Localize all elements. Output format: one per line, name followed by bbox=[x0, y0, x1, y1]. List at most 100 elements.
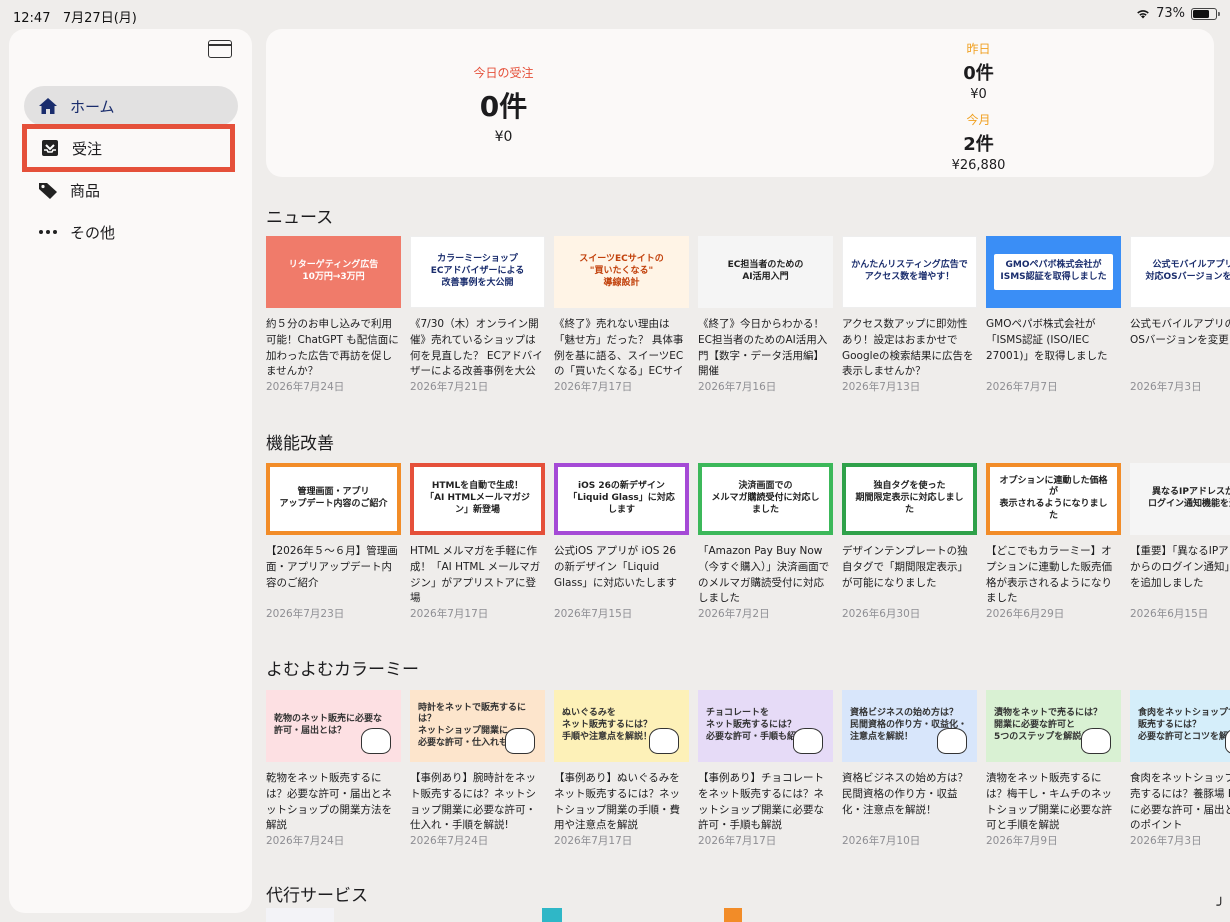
card-title: 約５分のお申し込みで利用可能！ChatGPT も配信面に加わった広告で再訪を促し… bbox=[266, 318, 399, 378]
resize-handle-icon[interactable]: ╯ bbox=[1217, 898, 1225, 914]
card-date: 2026年7月23日 bbox=[266, 608, 345, 620]
month-count: 2件 bbox=[963, 134, 994, 155]
cat-mascot-icon bbox=[649, 728, 679, 754]
status-clock: 12:47 bbox=[13, 11, 51, 26]
news-card[interactable]: 公式モバイルアプリの対応OSバージョンを変更 公式モバイルアプリの対応OSバージ… bbox=[1130, 236, 1230, 394]
article-card[interactable]: チョコレートを ネット販売するには？ 必要な許可・手順も紹介！ 【事例あり】チョコレ… bbox=[698, 690, 833, 848]
card-date: 2026年7月2日 bbox=[698, 608, 770, 620]
news-thumbnail: リターゲティング広告 10万円→3万円 bbox=[266, 236, 401, 308]
improvement-thumbnail: オプションに連動した価格が 表示されるようになりました bbox=[986, 463, 1121, 535]
improvement-card[interactable]: iOS 26の新デザイン 「Liquid Glass」に対応します 公式iOS ア… bbox=[554, 463, 689, 621]
sidebar-item-label: その他 bbox=[70, 223, 116, 242]
today-count: 0件 bbox=[479, 90, 528, 123]
news-thumbnail: EC担当者のための AI活用入門 bbox=[698, 236, 833, 308]
article-card[interactable]: 乾物のネット販売に必要な 許可・届出とは？ 乾物をネット販売するには？必要な許可・… bbox=[266, 690, 401, 848]
section-title-improvements: 機能改善 bbox=[266, 434, 334, 454]
news-row: リターゲティング広告 10万円→3万円 約５分のお申し込みで利用可能！ChatGP… bbox=[266, 236, 1230, 394]
improvement-card[interactable]: 管理画面・アプリ アップデート内容のご紹介 【2026年５〜６月】管理画面・アプリ… bbox=[266, 463, 401, 621]
card-date: 2026年7月17日 bbox=[554, 835, 633, 847]
yomuyomu-row: 乾物のネット販売に必要な 許可・届出とは？ 乾物をネット販売するには？必要な許可・… bbox=[266, 690, 1230, 848]
card-title: 【どこでもカラーミー】オプションに連動した販売価格が表示されるようになりました bbox=[986, 545, 1112, 605]
card-title: 《終了》今日からわかる！EC担当者のためのAI活用入門【数字・データ活用編】開催 bbox=[698, 318, 828, 378]
card-title: 「Amazon Pay Buy Now（今すぐ購入）」決済画面でのメルマガ購読受… bbox=[698, 545, 830, 605]
news-card[interactable]: かんたんリスティング広告で アクセス数を増やす！ アクセス数アップに即効性あり！設… bbox=[842, 236, 977, 394]
yesterday-count: 0件 bbox=[963, 63, 994, 84]
news-card[interactable]: カラーミーショップ ECアドバイザーによる 改善事例を大公開 《7/30（木）オンラ… bbox=[410, 236, 545, 394]
article-card[interactable]: 時計をネットで販売するには？ ネットショップ開業に 必要な許可・仕入れも紹介 【事例… bbox=[410, 690, 545, 848]
cat-mascot-icon bbox=[1081, 728, 1111, 754]
card-title: 【事例あり】腕時計をネット販売するには？ネットショップ開業に必要な許可・仕入れ・… bbox=[410, 772, 536, 832]
sidebar-item-more[interactable]: その他 bbox=[24, 212, 238, 252]
card-title: 漬物をネット販売するには？梅干し・キムチのネットショップ開業に必要な許可と手順を… bbox=[986, 772, 1112, 832]
cat-mascot-icon bbox=[505, 728, 535, 754]
sales-summary-card[interactable]: 今日の受注 0件 ¥0 昨日 0件 ¥0 今月 2件 ¥26,880 bbox=[266, 29, 1214, 177]
today-amount: ¥0 bbox=[494, 129, 513, 145]
thumb-text: 決済画面での メルマガ購読受付に対応しました bbox=[711, 481, 820, 515]
cat-mascot-icon bbox=[793, 728, 823, 754]
improvement-card[interactable]: 独自タグを使った 期間限定表示に対応しました デザインテンプレートの独自タグで「期… bbox=[842, 463, 977, 621]
article-card[interactable]: ぬいぐるみを ネット販売するには？ 手順や注意点を解説！ 【事例あり】ぬいぐるみをネ… bbox=[554, 690, 689, 848]
card-date: 2026年7月17日 bbox=[698, 835, 777, 847]
article-card[interactable]: 漬物をネットで売るには？ 開業に必要な許可と 5つのステップを解説！ 漬物をネット販… bbox=[986, 690, 1121, 848]
improvement-card[interactable]: HTMLを自動で生成！ 「AI HTMLメールマガジン」新登場 HTML メルマガ… bbox=[410, 463, 545, 621]
card-title: HTML メルマガを手軽に作成！「AI HTML メールマガジン」がアプリストア… bbox=[410, 545, 541, 605]
sidebar-item-home[interactable]: ホーム bbox=[24, 86, 238, 126]
yesterday-orders: 昨日 0件 ¥0 bbox=[926, 40, 1031, 102]
month-orders: 今月 2件 ¥26,880 bbox=[926, 111, 1031, 173]
improvement-thumbnail: 決済画面での メルマガ購読受付に対応しました bbox=[698, 463, 833, 535]
news-card[interactable]: リターゲティング広告 10万円→3万円 約５分のお申し込みで利用可能！ChatGP… bbox=[266, 236, 401, 394]
thumb-text: 公式モバイルアプリの対応OSバージョンを変更 bbox=[1145, 260, 1230, 282]
article-card[interactable]: 食肉をネットショップで販売するには？必要な許可とコツを解説！ 食肉をネットショッ… bbox=[1130, 690, 1230, 848]
card-date: 2026年7月9日 bbox=[986, 835, 1058, 847]
card-title: 資格ビジネスの始め方は？民間資格の作り方・収益化・注意点を解説！ bbox=[842, 772, 968, 816]
improvement-card[interactable]: 異なるIPアドレスからログイン通知機能を追加 【重要】「異なるIPアドレスからの… bbox=[1130, 463, 1230, 621]
news-thumbnail: 公式モバイルアプリの対応OSバージョンを変更 bbox=[1130, 236, 1230, 308]
card-date: 2026年6月15日 bbox=[1130, 608, 1209, 620]
article-thumbnail: 資格ビジネスの始め方は？ 民間資格の作り方・収益化・ 注意点を解説！ bbox=[842, 690, 977, 762]
card-date: 2026年7月3日 bbox=[1130, 381, 1202, 393]
news-thumbnail: GMOペパボ株式会社が ISMS認証を取得しました bbox=[986, 236, 1121, 308]
sidebar-toggle-icon[interactable] bbox=[208, 40, 232, 58]
today-orders: 今日の受注 0件 ¥0 bbox=[446, 64, 561, 145]
thumb-text: 異なるIPアドレスからログイン通知機能を追加 bbox=[1147, 487, 1230, 509]
thumb-text: iOS 26の新デザイン 「Liquid Glass」に対応します bbox=[568, 481, 675, 515]
improvement-card[interactable]: オプションに連動した価格が 表示されるようになりました 【どこでもカラーミー】オプ… bbox=[986, 463, 1121, 621]
card-date: 2026年7月21日 bbox=[410, 381, 489, 393]
card-date: 2026年6月29日 bbox=[986, 608, 1065, 620]
thumb-text: 食肉をネットショップで販売するには？必要な許可とコツを解説！ bbox=[1138, 708, 1230, 742]
card-date: 2026年7月15日 bbox=[554, 608, 633, 620]
improvement-thumbnail: 異なるIPアドレスからログイン通知機能を追加 bbox=[1130, 463, 1230, 535]
news-thumbnail: かんたんリスティング広告で アクセス数を増やす！ bbox=[842, 236, 977, 308]
sidebar-nav: ホーム 受注 商品 その他 bbox=[22, 86, 238, 254]
card-date: 2026年7月24日 bbox=[266, 835, 345, 847]
sidebar-item-label: ホーム bbox=[70, 97, 115, 116]
article-thumbnail: 乾物のネット販売に必要な 許可・届出とは？ bbox=[266, 690, 401, 762]
sidebar-item-orders[interactable]: 受注 bbox=[22, 124, 235, 172]
news-card[interactable]: EC担当者のための AI活用入門 《終了》今日からわかる！EC担当者のためのAI活… bbox=[698, 236, 833, 394]
improvement-card[interactable]: 決済画面での メルマガ購読受付に対応しました 「Amazon Pay Buy No… bbox=[698, 463, 833, 621]
card-date: 2026年7月7日 bbox=[986, 381, 1058, 393]
thumb-text: HTMLを自動で生成！ 「AI HTMLメールマガジン」新登場 bbox=[425, 481, 530, 515]
card-date: 2026年7月3日 bbox=[1130, 835, 1202, 847]
news-card[interactable]: GMOペパボ株式会社が ISMS認証を取得しました GMOペパボ株式会社が「ISM… bbox=[986, 236, 1121, 394]
section-title-news: ニュース bbox=[266, 208, 334, 228]
thumb-text: カラーミーショップ ECアドバイザーによる 改善事例を大公開 bbox=[430, 254, 525, 288]
sidebar-item-products[interactable]: 商品 bbox=[24, 170, 238, 210]
status-date: 7月27日(月) bbox=[62, 11, 137, 26]
thumb-text: 管理画面・アプリ アップデート内容のご紹介 bbox=[279, 487, 388, 509]
month-label: 今月 bbox=[966, 113, 991, 127]
status-bar: 12:47 7月27日(月) 73% bbox=[0, 0, 1230, 28]
tag-icon bbox=[38, 180, 58, 200]
agency-row-peek bbox=[266, 908, 1214, 922]
thumb-text: リターゲティング広告 10万円→3万円 bbox=[288, 260, 379, 282]
battery-icon bbox=[1191, 7, 1220, 20]
card-title: 【事例あり】ぬいぐるみをネット販売するには？ネットショップ開業の手順・費用や注意… bbox=[554, 772, 680, 832]
month-amount: ¥26,880 bbox=[951, 158, 1006, 173]
inbox-icon bbox=[40, 138, 60, 158]
improvements-row: 管理画面・アプリ アップデート内容のご紹介 【2026年５〜６月】管理画面・アプリ… bbox=[266, 463, 1230, 621]
news-card[interactable]: スイーツECサイトの "買いたくなる" 導線設計 《終了》売れない理由は「魅せ方」だ… bbox=[554, 236, 689, 394]
card-title: 公式モバイルアプリの対応OSバージョンを変更 bbox=[1130, 318, 1230, 346]
news-thumbnail: カラーミーショップ ECアドバイザーによる 改善事例を大公開 bbox=[410, 236, 545, 308]
card-title: 食肉をネットショップで販売するには？養豚場 EC開業に必要な許可・届出と成功のポ… bbox=[1130, 772, 1230, 832]
article-card[interactable]: 資格ビジネスの始め方は？ 民間資格の作り方・収益化・ 注意点を解説！ 資格ビジネスの… bbox=[842, 690, 977, 848]
